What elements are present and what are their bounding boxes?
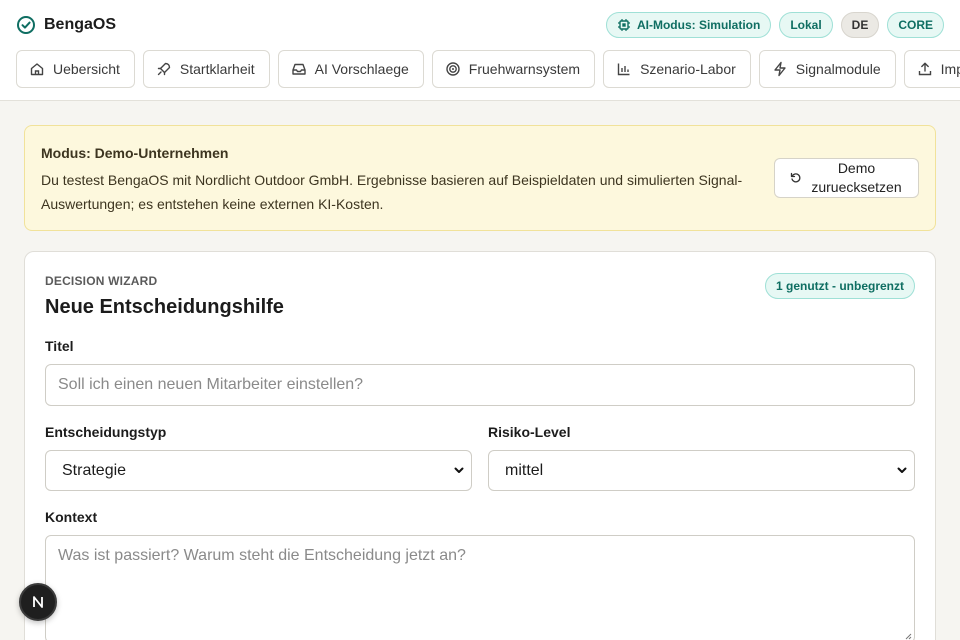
demo-reset-button[interactable]: Demo zuruecksetzen xyxy=(774,158,919,198)
inbox-icon xyxy=(291,63,306,75)
language-badge[interactable]: DE xyxy=(840,12,880,38)
tab-signalmodule[interactable]: Signalmodule xyxy=(758,50,896,88)
decision-wizard-card: DECISION WIZARD Neue Entscheidungshilfe … xyxy=(24,251,936,640)
check-circle-icon xyxy=(17,16,35,34)
title-placeholder: Soll ich einen neuen Mitarbeiter einstel… xyxy=(58,376,364,393)
ai-mode-badge[interactable]: AI-Modus: Simulation xyxy=(605,12,772,38)
risk-level-value: mittel xyxy=(505,461,544,479)
top-header: BengaOS AI-Modus: Simulation Lokal DE CO… xyxy=(0,0,960,101)
radar-icon xyxy=(446,62,460,76)
core-badge[interactable]: CORE xyxy=(887,12,944,38)
wizard-eyebrow: DECISION WIZARD xyxy=(45,274,158,288)
demo-notice: Modus: Demo-Unternehmen Du testest Benga… xyxy=(24,125,936,231)
language-label: DE xyxy=(851,18,869,32)
local-badge[interactable]: Lokal xyxy=(779,12,833,38)
chevron-down-icon xyxy=(454,467,464,473)
resize-handle-icon[interactable] xyxy=(904,632,912,640)
tab-import[interactable]: Impo xyxy=(903,50,960,88)
usage-badge: 1 genutzt - unbegrenzt xyxy=(765,273,915,299)
rocket-icon xyxy=(157,62,171,76)
upload-icon xyxy=(918,62,931,76)
tab-ai-vorschlaege[interactable]: AI Vorschlaege xyxy=(277,50,424,88)
n-logo-icon xyxy=(33,596,43,608)
tab-fruehwarnsystem[interactable]: Fruehwarnsystem xyxy=(431,50,596,88)
context-placeholder: Was ist passiert? Warum steht die Entsch… xyxy=(58,547,466,564)
ai-mode-label: AI-Modus: Simulation xyxy=(636,18,761,32)
tab-startklarheit[interactable]: Startklarheit xyxy=(142,50,270,88)
app-name: BengaOS xyxy=(44,16,117,33)
title-input[interactable]: Soll ich einen neuen Mitarbeiter einstel… xyxy=(45,364,915,406)
tab-label: AI Vorschlaege xyxy=(314,61,409,77)
title-label: Titel xyxy=(45,338,74,354)
decision-type-select[interactable]: Strategie xyxy=(45,450,472,491)
main-nav: Uebersicht Startklarheit AI Vorschlaege … xyxy=(16,50,960,88)
context-label: Kontext xyxy=(45,509,98,525)
rotate-ccw-icon xyxy=(790,172,800,183)
zap-icon xyxy=(774,61,786,77)
risk-level-label: Risiko-Level xyxy=(488,424,571,440)
tab-szenario-labor[interactable]: Szenario-Labor xyxy=(603,50,751,88)
demo-notice-title: Modus: Demo-Unternehmen xyxy=(41,145,229,161)
demo-notice-text: Du testest BengaOS mit Nordlicht Outdoor… xyxy=(41,172,743,212)
context-textarea[interactable]: Was ist passiert? Warum steht die Entsch… xyxy=(45,535,915,640)
tab-label: Szenario-Labor xyxy=(640,61,736,77)
brand[interactable]: BengaOS xyxy=(16,14,116,36)
cpu-icon xyxy=(617,19,630,31)
local-label: Lokal xyxy=(790,18,822,32)
risk-level-select[interactable]: mittel xyxy=(488,450,915,491)
tab-uebersicht[interactable]: Uebersicht xyxy=(16,50,135,88)
home-icon xyxy=(30,63,44,76)
decision-type-label: Entscheidungstyp xyxy=(45,424,167,440)
dev-tools-button[interactable] xyxy=(19,583,57,621)
tab-label: Uebersicht xyxy=(53,61,120,77)
tab-label: Fruehwarnsystem xyxy=(468,61,581,77)
tab-label: Impo xyxy=(940,61,960,77)
core-label: CORE xyxy=(898,18,933,32)
chevron-down-icon xyxy=(897,467,907,473)
wizard-title: Neue Entscheidungshilfe xyxy=(45,296,284,318)
tab-label: Startklarheit xyxy=(179,61,255,77)
decision-type-value: Strategie xyxy=(62,461,127,479)
header-badges: AI-Modus: Simulation Lokal DE CORE xyxy=(605,12,944,38)
demo-reset-label: Demo zuruecksetzen xyxy=(811,160,902,195)
tab-label: Signalmodule xyxy=(795,61,881,77)
bar-chart-icon xyxy=(617,63,630,76)
